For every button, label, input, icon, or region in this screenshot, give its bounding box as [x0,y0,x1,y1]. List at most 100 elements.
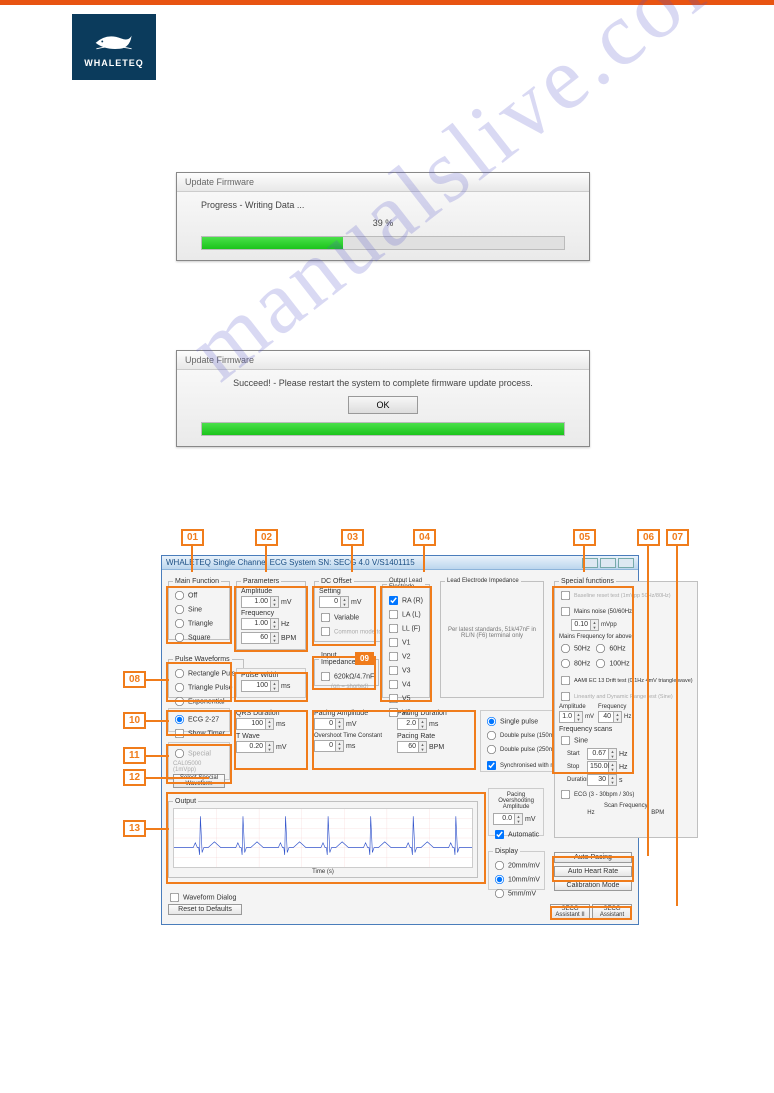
opt-rect-pulse[interactable]: Rectangle Pulse [173,667,239,680]
scan-start-input[interactable]: 0.67▲▼Hz [587,748,628,760]
callout-01: 01 [181,529,204,546]
lead-v6[interactable]: V6 [387,706,425,719]
lead-ra[interactable]: RA (R) [387,594,425,607]
auto-pacing-btn[interactable]: Auto Pacing [554,852,632,863]
disp-10[interactable]: 10mm/mV [493,873,540,886]
scan-dur-label: Duration [567,777,587,783]
xaxis-label: Time (s) [173,869,473,875]
dc-legend: DC Offset [319,578,354,585]
progress-bar [201,236,565,250]
callout-11: 11 [123,747,146,764]
frequency-input[interactable]: 1.00▲▼Hz [241,618,290,630]
fw-success-message: Succeed! - Please restart the system to … [201,378,565,388]
auto-hr-btn[interactable]: Auto Heart Rate [554,866,632,877]
sf-mains[interactable]: Mains noise (50/60Hz) [559,605,693,618]
lead-impedance-group: Lead Electrode Impedance Per latest stan… [440,578,544,698]
show-timer-check[interactable]: Show Timer [173,727,225,740]
lead-v2[interactable]: V2 [387,650,425,663]
scan-sine[interactable]: Sine [559,734,693,747]
frequency-label: Frequency [241,610,301,617]
opt-exp-pulse[interactable]: Exponential [173,695,239,708]
callout-13: 13 [123,820,146,837]
scan-hz: Hz [587,810,594,816]
twave-label: T Wave [236,733,306,740]
sf-lin[interactable]: Linearity and Dynamic Range test (Sine) [559,690,693,703]
pa-label: Pacing Amplitude [314,710,391,717]
special-group: Special CAL05000 (1mVpp) Select Special … [168,742,230,780]
display-legend: Display [493,848,520,855]
lead-v4[interactable]: V4 [387,678,425,691]
mf-50[interactable]: 50Hz [559,642,590,655]
dc-setting-input[interactable]: 0▲▼mV [319,596,362,608]
pulse-width-input[interactable]: 100▲▼ms [241,680,290,692]
pd-input[interactable]: 2.0▲▼ms [397,718,438,730]
mf-60[interactable]: 60Hz [594,642,625,655]
lin-amp-input[interactable]: 1.0▲▼mV [559,711,594,723]
sf-mf-label: Mains Frequency for above [559,634,693,640]
opt-off[interactable]: Off [173,589,225,602]
pa-input[interactable]: 0▲▼mV [314,718,357,730]
disp-20[interactable]: 20mm/mV [493,859,540,872]
maximize-button[interactable] [600,558,616,568]
app-titlebar: WHALETEQ Single Channel ECG System SN: S… [162,556,638,570]
mf-80[interactable]: 80Hz [559,657,590,670]
pulse-width-group: Pulse Width 100▲▼ms [236,668,306,698]
otc-input[interactable]: 0▲▼ms [314,740,355,752]
calib-btn[interactable]: Calibration Mode [554,880,632,891]
lead-la[interactable]: LA (L) [387,608,425,621]
lead-v3[interactable]: V3 [387,664,425,677]
sf-aami[interactable]: AAMI EC 13 Drift test (0.1Hz 4mV triangl… [559,674,693,687]
main-function-legend: Main Function [173,578,221,585]
qrs-input[interactable]: 100▲▼ms [236,718,285,730]
opt-triangle[interactable]: Triangle [173,617,225,630]
lin-amp-label: Amplitude [559,704,594,710]
amplitude-input[interactable]: 1.00▲▼mV [241,596,292,608]
whale-icon [92,26,136,54]
sf-mains-input[interactable]: 0.10▲▼mVpp [571,619,617,631]
lead-v1[interactable]: V1 [387,636,425,649]
pulse-waveforms-group: Pulse Waveforms Rectangle Pulse Triangle… [168,656,244,698]
imp-check[interactable]: 620kΩ/4.7nF [319,670,374,683]
firmware-progress-dialog: Update Firmware Progress - Writing Data … [176,172,590,261]
lei-legend: Lead Electrode Impedance [445,578,521,584]
fw-success-title: Update Firmware [177,351,589,370]
callout-09: 09 [355,652,374,665]
opt-special[interactable]: Special [173,747,225,760]
logo-text: WHALETEQ [84,58,144,68]
parameters-legend: Parameters [241,578,281,585]
scan-stop-input[interactable]: 150.00▲▼Hz [587,761,628,773]
twave-input[interactable]: 0.20▲▼mV [236,741,287,753]
lead-v5[interactable]: V5 [387,692,425,705]
ok-button[interactable]: OK [348,396,418,414]
cal-label: CAL05000 (1mVpp) [173,761,225,773]
opt-square[interactable]: Square [173,631,225,644]
sf-scan-label: Frequency scans [559,726,693,733]
bpm-input[interactable]: 60▲▼BPM [241,632,296,644]
opt-sine[interactable]: Sine [173,603,225,616]
opt-ecg227[interactable]: ECG 2-27 [173,713,225,726]
pr-input[interactable]: 60▲▼BPM [397,741,444,753]
po-input[interactable]: 0.0▲▼mV [493,813,536,825]
opt-tri-pulse[interactable]: Triangle Pulse [173,681,239,694]
waveform-dialog-check[interactable]: Waveform Dialog [168,891,236,904]
callout-08: 08 [123,671,146,688]
secg-btn[interactable]: SECG Assistant [592,904,632,920]
reset-btn[interactable]: Reset to Defaults [168,904,242,915]
scan-dur-input[interactable]: 30▲▼s [587,774,623,786]
lin-freq-input[interactable]: 40▲▼Hz [598,711,631,723]
secg2-btn[interactable]: SECG Assistant II [550,904,590,920]
disp-5[interactable]: 5mm/mV [493,887,540,900]
mf-100[interactable]: 100Hz [594,657,629,670]
lead-ll[interactable]: LL (F) [387,622,425,635]
po-auto[interactable]: Automatic [493,828,539,841]
callout-12: 12 [123,769,146,786]
sf-ecg3[interactable]: ECG (3 - 30bpm / 30s) [559,788,693,801]
fw-progress-title: Update Firmware [177,173,589,192]
close-button[interactable] [618,558,634,568]
main-function-group: Main Function Off Sine Triangle Square [168,578,230,640]
pacing-overshoot-group: Pacing Overshooting Amplitude 0.0▲▼mV Au… [488,788,544,836]
sf-baseline[interactable]: Baseline reset test (1mVpp 50Hz/80Hz) [559,589,693,602]
fw-progress-percent: 39 % [201,218,565,228]
callout-03: 03 [341,529,364,546]
output-lead-group: Output Lead Electrode RA (R) LA (L) LL (… [382,578,430,698]
